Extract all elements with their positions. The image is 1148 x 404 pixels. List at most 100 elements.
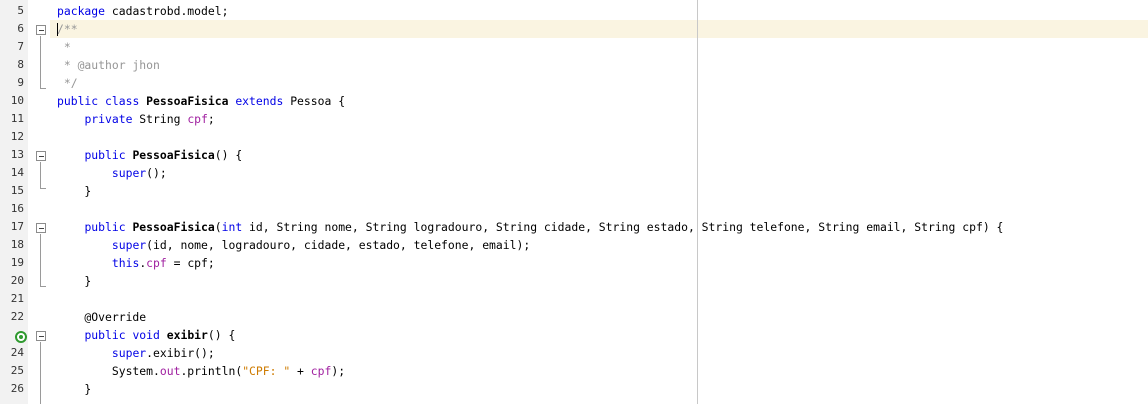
line-number: 11 <box>10 112 24 125</box>
code-line[interactable]: 26 } <box>0 380 1148 398</box>
code-line[interactable]: 20 } <box>0 272 1148 290</box>
code-token: public <box>84 148 126 162</box>
line-number: 26 <box>10 382 24 395</box>
code-line[interactable]: 19 this.cpf = cpf; <box>0 254 1148 272</box>
code-line[interactable]: 22 @Override <box>0 308 1148 326</box>
code-line[interactable]: 21 <box>0 290 1148 308</box>
code-token: cpf <box>187 112 208 126</box>
code-token: .println( <box>180 364 243 378</box>
code-line[interactable]: 17 public PessoaFisica(int id, String no… <box>0 218 1148 236</box>
code-line[interactable]: 6 /** <box>0 20 1148 38</box>
code-token: cpf <box>310 364 332 378</box>
code-token: PessoaFisica <box>146 94 229 108</box>
code-line[interactable]: 8 * @author jhon <box>0 56 1148 74</box>
code-token: out <box>159 364 181 378</box>
code-token: super <box>111 166 147 180</box>
line-number: 10 <box>10 94 24 107</box>
code-token: /** <box>57 22 78 36</box>
code-token: Pessoa { <box>283 94 346 108</box>
line-number: 20 <box>10 274 24 287</box>
code-token: (); <box>146 166 167 180</box>
line-number: 12 <box>10 130 24 143</box>
code-line[interactable]: public void exibir() { <box>0 326 1148 344</box>
code-text: this.cpf = cpf; <box>57 254 215 272</box>
code-token: PessoaFisica <box>132 148 215 162</box>
line-number: 21 <box>10 292 24 305</box>
code-line[interactable]: 25 System.out.println("CPF: " + cpf); <box>0 362 1148 380</box>
code-token: public <box>57 94 99 108</box>
line-number: 13 <box>10 148 24 161</box>
line-number: 22 <box>10 310 24 323</box>
code-text: } <box>57 182 91 200</box>
code-text: } <box>57 272 91 290</box>
code-token: PessoaFisica <box>132 220 215 234</box>
code-token: this <box>111 256 140 270</box>
code-token: + <box>290 364 311 378</box>
line-number: 6 <box>17 22 24 35</box>
code-text: private String cpf; <box>57 110 215 128</box>
line-number: 19 <box>10 256 24 269</box>
code-token: } <box>57 274 92 288</box>
code-text: super(); <box>57 164 167 182</box>
code-text: super(id, nome, logradouro, cidade, esta… <box>57 236 530 254</box>
code-line[interactable]: 11 private String cpf; <box>0 110 1148 128</box>
code-line[interactable]: 7 * <box>0 38 1148 56</box>
line-number: 17 <box>10 220 24 233</box>
code-line[interactable]: 12 <box>0 128 1148 146</box>
code-text: /** <box>57 20 78 38</box>
code-line[interactable]: 13 public PessoaFisica() { <box>0 146 1148 164</box>
text-caret <box>57 23 58 36</box>
code-token: exibir <box>166 328 208 342</box>
code-line[interactable]: 14 super(); <box>0 164 1148 182</box>
code-token: = cpf; <box>166 256 215 270</box>
line-number: 24 <box>10 346 24 359</box>
code-token: super <box>111 238 147 252</box>
code-token: public <box>84 328 126 342</box>
code-token: super <box>111 346 147 360</box>
code-token: "CPF: " <box>242 364 291 378</box>
code-editor[interactable]: 5 package cadastrobd.model; 6 /** 7 * 8 * @au… <box>0 0 1148 404</box>
code-text: public PessoaFisica() { <box>57 146 242 164</box>
code-token: ); <box>331 364 346 378</box>
code-text: public void exibir() { <box>57 326 235 344</box>
code-token: ; <box>207 112 215 126</box>
code-line[interactable]: 18 super(id, nome, logradouro, cidade, e… <box>0 236 1148 254</box>
code-token: String <box>132 112 188 126</box>
code-line[interactable]: 15 } <box>0 182 1148 200</box>
code-token: * @author jhon <box>57 58 160 72</box>
code-text: public class PessoaFisica extends Pessoa… <box>57 92 345 110</box>
line-number: 9 <box>17 76 24 89</box>
code-token: () { <box>214 148 243 162</box>
code-token: id, String nome, String logradouro, Stri… <box>242 220 1004 234</box>
code-token: (id, nome, logradouro, cidade, estado, t… <box>146 238 531 252</box>
line-number: 5 <box>17 4 24 17</box>
code-line[interactable]: 24 super.exibir(); <box>0 344 1148 362</box>
line-number: 25 <box>10 364 24 377</box>
code-token: void <box>132 328 160 342</box>
code-line[interactable]: 16 <box>0 200 1148 218</box>
code-text: } <box>57 380 91 398</box>
code-token: */ <box>57 76 78 90</box>
line-number: 14 <box>10 166 24 179</box>
code-token: .exibir(); <box>146 346 215 360</box>
code-text: * @author jhon <box>57 56 160 74</box>
line-number: 16 <box>10 202 24 215</box>
code-token: public <box>84 220 126 234</box>
code-token: @Override <box>57 310 147 324</box>
code-line[interactable]: 9 */ <box>0 74 1148 92</box>
code-text: public PessoaFisica(int id, String nome,… <box>57 218 1003 236</box>
line-number: 7 <box>17 40 24 53</box>
code-token: cpf <box>146 256 167 270</box>
code-line[interactable]: 5 package cadastrobd.model; <box>0 2 1148 20</box>
code-line[interactable]: 10 public class PessoaFisica extends Pess… <box>0 92 1148 110</box>
